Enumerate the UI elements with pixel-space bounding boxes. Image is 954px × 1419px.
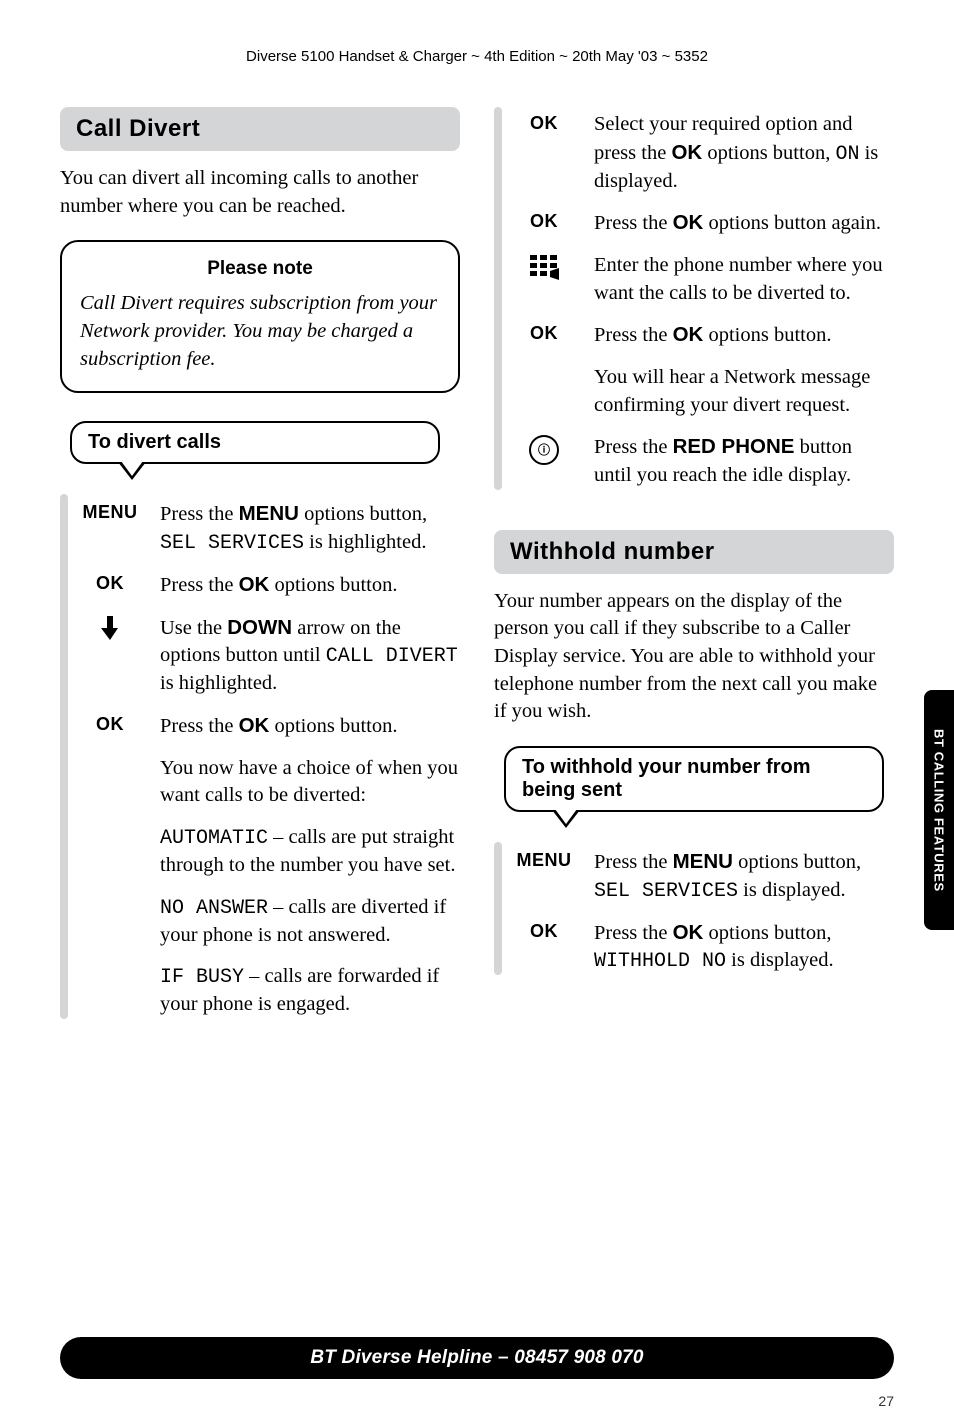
key-ok: OK (530, 211, 558, 232)
down-arrow-icon (101, 616, 119, 640)
left-column: Call Divert You can divert all incoming … (60, 107, 460, 1033)
section-heading-call-divert: Call Divert (60, 107, 460, 151)
page-number: 27 (878, 1393, 894, 1409)
please-note-text: Call Divert requires subscription from y… (80, 290, 440, 373)
procedure-title-withhold: To withhold your number from being sent (504, 746, 884, 812)
callout-tail-inner (121, 461, 143, 476)
txt: is highlighted. (304, 531, 426, 553)
step-ok1: OK Press the OK options button. (60, 571, 460, 600)
txt: options button. (269, 715, 397, 737)
key-menu: MENU (83, 502, 138, 523)
step-ok6: OK Press the OK options button, WITHHOLD… (494, 919, 894, 976)
choice-text: You now have a choice of when you want c… (160, 755, 460, 810)
step-ok4: OK Press the OK options button again. (494, 209, 894, 238)
section-heading-withhold: Withhold number (494, 530, 894, 574)
step-red-phone: ⓘ Press the RED PHONE button until you r… (494, 433, 894, 489)
bold-ok: OK (673, 921, 704, 944)
bold-ok: OK (673, 323, 704, 346)
steps-vertical-bar (494, 842, 502, 975)
bold-ok: OK (673, 211, 704, 234)
txt: options button. (703, 324, 831, 346)
withhold-intro: Your number appears on the display of th… (494, 588, 894, 726)
txt: Press the (594, 922, 673, 944)
keypad-text: Enter the phone number where you want th… (594, 252, 894, 307)
txt: is highlighted. (160, 672, 277, 694)
key-ok: OK (530, 113, 558, 134)
network-text: You will hear a Network message confirmi… (594, 364, 894, 419)
lcd-automatic: AUTOMATIC (160, 827, 268, 850)
txt: Press the (594, 436, 673, 458)
footer-helpline: BT Diverse Helpline – 08457 908 070 (60, 1337, 894, 1379)
bold-ok: OK (239, 573, 270, 596)
txt: options button, (703, 922, 831, 944)
step-ok2: OK Press the OK options button. You now … (60, 712, 460, 1019)
txt: Press the (594, 212, 673, 234)
key-ok: OK (96, 573, 124, 594)
key-ok: OK (530, 323, 558, 344)
key-ok: OK (96, 714, 124, 735)
step-ok3: OK Select your required option and press… (494, 111, 894, 195)
lcd-if-busy: IF BUSY (160, 966, 244, 989)
svg-text:ⓘ: ⓘ (538, 442, 550, 457)
bold-red-phone: RED PHONE (673, 435, 795, 458)
lcd-call-divert: CALL DIVERT (326, 645, 458, 668)
steps-vertical-bar (60, 494, 68, 1019)
bold-ok: OK (239, 714, 270, 737)
page-header: Diverse 5100 Handset & Charger ~ 4th Edi… (60, 48, 894, 65)
txt: options button, (702, 142, 835, 164)
txt: is displayed. (738, 879, 846, 901)
txt: Press the (594, 324, 673, 346)
steps-vertical-bar (494, 107, 502, 490)
lcd-on: ON (835, 143, 859, 166)
bold-down: DOWN (227, 616, 292, 639)
bold-menu: MENU (239, 502, 299, 525)
please-note-title: Please note (80, 258, 440, 280)
step-ok5: OK Press the OK options button. You will… (494, 321, 894, 419)
manual-page: Diverse 5100 Handset & Charger ~ 4th Edi… (0, 0, 954, 1419)
red-phone-icon: ⓘ (529, 435, 559, 465)
side-tab-text: BT CALLING FEATURES (932, 729, 947, 892)
step-keypad: Enter the phone number where you want th… (494, 252, 894, 307)
txt: Press the (160, 715, 239, 737)
bold-ok: OK (671, 141, 702, 164)
side-tab: BT CALLING FEATURES (924, 690, 954, 930)
txt: Use the (160, 617, 227, 639)
txt: options button. (269, 574, 397, 596)
step-menu2: MENU Press the MENU options button, SEL … (494, 848, 894, 905)
txt: Press the (160, 503, 239, 525)
key-menu: MENU (517, 850, 572, 871)
lcd-withhold-no: WITHHOLD NO (594, 950, 726, 973)
txt: options button, (299, 503, 427, 525)
procedure-title-text: To withhold your number from being sent (522, 756, 811, 801)
keypad-icon (529, 254, 559, 285)
right-column: OK Select your required option and press… (494, 107, 894, 1033)
lcd-sel-services: SEL SERVICES (160, 532, 304, 555)
please-note-box: Please note Call Divert requires subscri… (60, 240, 460, 393)
step-down: Use the DOWN arrow on the options button… (60, 614, 460, 698)
lcd-no-answer: NO ANSWER (160, 897, 268, 920)
txt: Press the (160, 574, 239, 596)
key-ok: OK (530, 921, 558, 942)
txt: options button, (733, 851, 861, 873)
procedure-title-divert: To divert calls (70, 421, 440, 464)
txt: is displayed. (726, 949, 834, 971)
txt: options button again. (703, 212, 881, 234)
step-menu: MENU Press the MENU options button, SEL … (60, 500, 460, 557)
txt: Press the (594, 851, 673, 873)
call-divert-intro: You can divert all incoming calls to ano… (60, 165, 460, 220)
lcd-sel-services: SEL SERVICES (594, 880, 738, 903)
procedure-title-text: To divert calls (88, 431, 221, 453)
bold-menu: MENU (673, 850, 733, 873)
callout-tail-inner (555, 809, 577, 824)
